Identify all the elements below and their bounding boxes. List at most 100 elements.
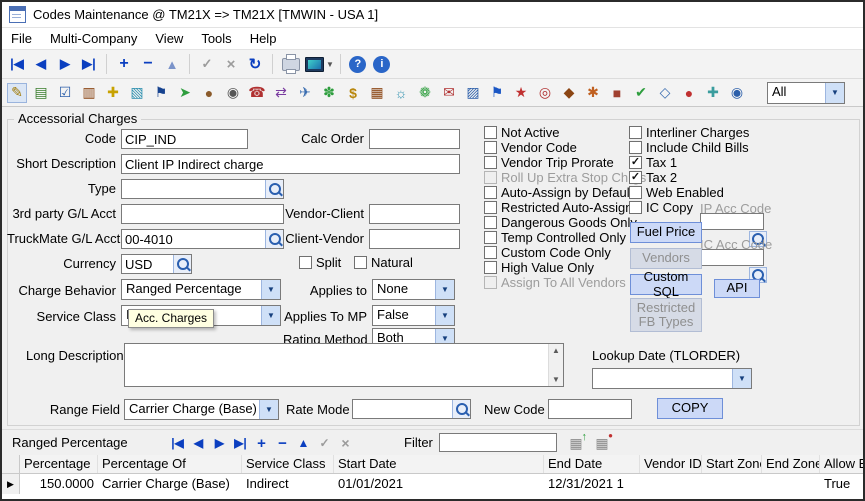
- interliner-charges-label[interactable]: Interliner Charges: [646, 125, 749, 140]
- star-icon[interactable]: ★: [511, 83, 531, 103]
- custom-code-only-label[interactable]: Custom Code Only: [501, 245, 611, 260]
- scroll-up-icon[interactable]: ▲: [552, 346, 560, 355]
- split-label[interactable]: Split: [316, 255, 341, 270]
- phone-icon[interactable]: ☎: [247, 83, 267, 103]
- cube-icon[interactable]: ◆: [559, 83, 579, 103]
- target-icon[interactable]: ◎: [535, 83, 555, 103]
- auto-assign-default-label[interactable]: Auto-Assign by Default: [501, 185, 633, 200]
- menu-tools[interactable]: Tools: [192, 29, 240, 48]
- detail-prev-button[interactable]: ◀: [188, 433, 209, 453]
- custom-code-only-checkbox[interactable]: [484, 246, 497, 259]
- sun-icon[interactable]: ☼: [391, 83, 411, 103]
- burst-icon[interactable]: ✱: [583, 83, 603, 103]
- natural-checkbox[interactable]: [354, 256, 367, 269]
- not-active-checkbox[interactable]: [484, 126, 497, 139]
- tax1-label[interactable]: Tax 1: [646, 155, 677, 170]
- cell-end-date[interactable]: 12/31/2021 1: [544, 474, 640, 494]
- fuel-price-button[interactable]: Fuel Price: [630, 222, 702, 243]
- vendor-trip-prorate-label[interactable]: Vendor Trip Prorate: [501, 155, 614, 170]
- tax2-label[interactable]: Tax 2: [646, 170, 677, 185]
- mail-icon[interactable]: ✉: [439, 83, 459, 103]
- post-edit-button[interactable]: ✓: [196, 53, 218, 75]
- app-icon[interactable]: [9, 6, 26, 23]
- col-percentage-of[interactable]: Percentage Of: [98, 455, 242, 473]
- charge-behavior-combo[interactable]: Ranged Percentage ▼: [121, 279, 281, 300]
- copy-button[interactable]: COPY: [657, 398, 723, 419]
- first-record-button[interactable]: |◀: [6, 53, 28, 75]
- ic-copy-label[interactable]: IC Copy: [646, 200, 693, 215]
- long-description-scrollbar[interactable]: ▲▼: [548, 344, 563, 386]
- calc-order-input[interactable]: [370, 130, 459, 148]
- check-icon[interactable]: ✔: [631, 83, 651, 103]
- cell-end-zone[interactable]: [762, 474, 820, 494]
- new-code-input[interactable]: [549, 400, 631, 418]
- applies-to-combo[interactable]: None ▼: [372, 279, 455, 300]
- menu-help[interactable]: Help: [241, 29, 286, 48]
- col-vendor-id[interactable]: Vendor ID: [640, 455, 702, 473]
- menu-multi-company[interactable]: Multi-Company: [41, 29, 146, 48]
- dot-icon[interactable]: ●: [679, 83, 699, 103]
- ledger-icon[interactable]: ▥: [79, 83, 99, 103]
- cell-allow-between[interactable]: True: [820, 474, 863, 494]
- plane-icon[interactable]: ✈: [295, 83, 315, 103]
- temp-controlled-checkbox[interactable]: [484, 231, 497, 244]
- edit-record-button[interactable]: ▲: [161, 53, 183, 75]
- detail-delete-button[interactable]: −: [272, 433, 293, 453]
- web-enabled-checkbox[interactable]: [629, 186, 642, 199]
- rate-mode-input[interactable]: [353, 400, 452, 418]
- customer-icon[interactable]: ●: [199, 83, 219, 103]
- report-dropdown-arrow-icon[interactable]: ▼: [326, 60, 334, 69]
- cell-service-class[interactable]: Indirect: [242, 474, 334, 494]
- flower-icon[interactable]: ❁: [415, 83, 435, 103]
- ip-acc-code-input[interactable]: [701, 214, 763, 229]
- type-input[interactable]: [122, 180, 265, 198]
- detail-cancel-button[interactable]: ×: [335, 433, 356, 453]
- scroll-down-icon[interactable]: ▼: [552, 375, 560, 384]
- detail-insert-button[interactable]: +: [251, 433, 272, 453]
- col-start-zone[interactable]: Start Zone: [702, 455, 762, 473]
- detail-post-button[interactable]: ✓: [314, 433, 335, 453]
- titlebar[interactable]: Codes Maintenance @ TM21X => TM21X [TMWI…: [2, 2, 863, 28]
- menu-file[interactable]: File: [2, 29, 41, 48]
- dangerous-goods-checkbox[interactable]: [484, 216, 497, 229]
- col-percentage[interactable]: Percentage: [20, 455, 98, 473]
- chart-icon[interactable]: ▨: [463, 83, 483, 103]
- short-description-input[interactable]: [122, 155, 459, 173]
- applies-to-mp-combo[interactable]: False ▼: [372, 305, 455, 326]
- cell-percentage-of[interactable]: Carrier Charge (Base): [98, 474, 242, 494]
- insert-record-button[interactable]: +: [113, 53, 135, 75]
- dangerous-goods-label[interactable]: Dangerous Goods Only: [501, 215, 637, 230]
- stack-icon[interactable]: ▦: [367, 83, 387, 103]
- currency-lookup-button[interactable]: [173, 255, 191, 273]
- detail-edit-button[interactable]: ▲: [293, 433, 314, 453]
- col-start-date[interactable]: Start Date: [334, 455, 544, 473]
- cell-vendor-id[interactable]: [640, 474, 702, 494]
- vendor-code-checkbox[interactable]: [484, 141, 497, 154]
- info-button[interactable]: i: [371, 53, 393, 75]
- currency-input[interactable]: [122, 255, 173, 273]
- security-icon[interactable]: ✚: [103, 83, 123, 103]
- include-child-bills-label[interactable]: Include Child Bills: [646, 140, 749, 155]
- col-allow-between[interactable]: Allow Between: [820, 455, 863, 473]
- tax2-checkbox[interactable]: ✓: [629, 171, 642, 184]
- dispatch-icon[interactable]: ➤: [175, 83, 195, 103]
- detail-next-button[interactable]: ▶: [209, 433, 230, 453]
- refresh-button[interactable]: ↻: [244, 53, 266, 75]
- vendor-client-input[interactable]: [370, 205, 459, 223]
- last-record-button[interactable]: ▶|: [78, 53, 100, 75]
- globe-icon[interactable]: ◉: [727, 83, 747, 103]
- high-value-only-label[interactable]: High Value Only: [501, 260, 594, 275]
- refresh-detail-button[interactable]: ▦↑: [565, 433, 587, 453]
- restricted-auto-assign-checkbox[interactable]: [484, 201, 497, 214]
- cell-start-date[interactable]: 01/01/2021: [334, 474, 544, 494]
- high-value-only-checkbox[interactable]: [484, 261, 497, 274]
- cell-percentage[interactable]: 150.0000: [20, 474, 98, 494]
- checklist-icon[interactable]: ☑: [55, 83, 75, 103]
- truckmate-gl-input[interactable]: [122, 230, 265, 248]
- print-button[interactable]: [279, 53, 303, 75]
- prev-record-button[interactable]: ◀: [30, 53, 52, 75]
- split-checkbox[interactable]: [299, 256, 312, 269]
- type-lookup-button[interactable]: [265, 180, 283, 198]
- filter-input[interactable]: [439, 433, 557, 452]
- next-record-button[interactable]: ▶: [54, 53, 76, 75]
